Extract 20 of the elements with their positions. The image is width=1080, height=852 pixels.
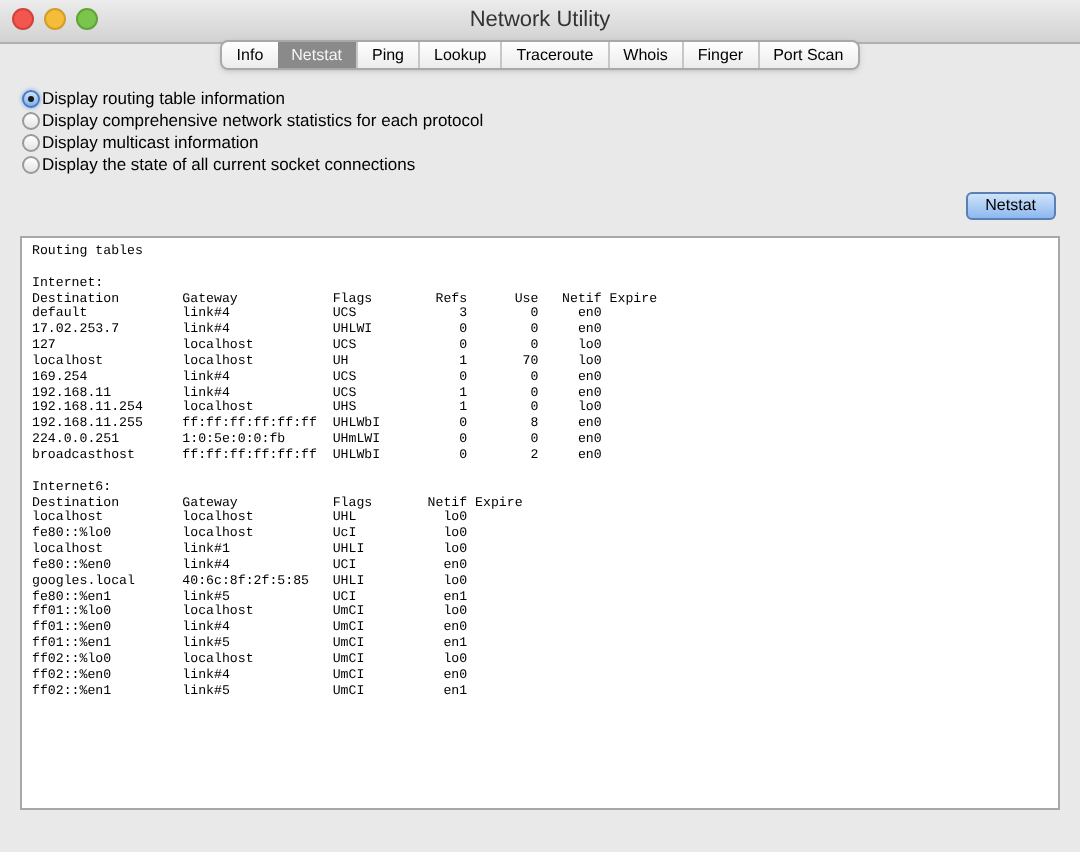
minimize-button[interactable]	[44, 8, 66, 30]
tab[interactable]: Info	[222, 42, 278, 68]
tab[interactable]: Port Scan	[757, 42, 858, 68]
radio-button[interactable]	[22, 156, 40, 174]
tab[interactable]: Lookup	[418, 42, 501, 68]
zoom-button[interactable]	[76, 8, 98, 30]
option-label: Display routing table information	[42, 86, 285, 112]
tab[interactable]: Whois	[607, 42, 682, 68]
option-label: Display comprehensive network statistics for each protocol	[42, 108, 484, 134]
tab[interactable]: Finger	[681, 42, 758, 68]
radio-button[interactable]	[22, 134, 40, 152]
close-button[interactable]	[12, 8, 34, 30]
option-label: Display the state of all current socket connections	[42, 152, 416, 178]
tab[interactable]: Ping	[355, 42, 418, 68]
window-title: Network Utility	[469, 6, 611, 37]
tab[interactable]: Traceroute	[500, 42, 608, 68]
option-label: Display multicast information	[42, 130, 259, 156]
radio-button[interactable]	[22, 90, 40, 108]
netstat-button[interactable]: Netstat	[965, 192, 1056, 220]
radio-button[interactable]	[22, 112, 40, 130]
